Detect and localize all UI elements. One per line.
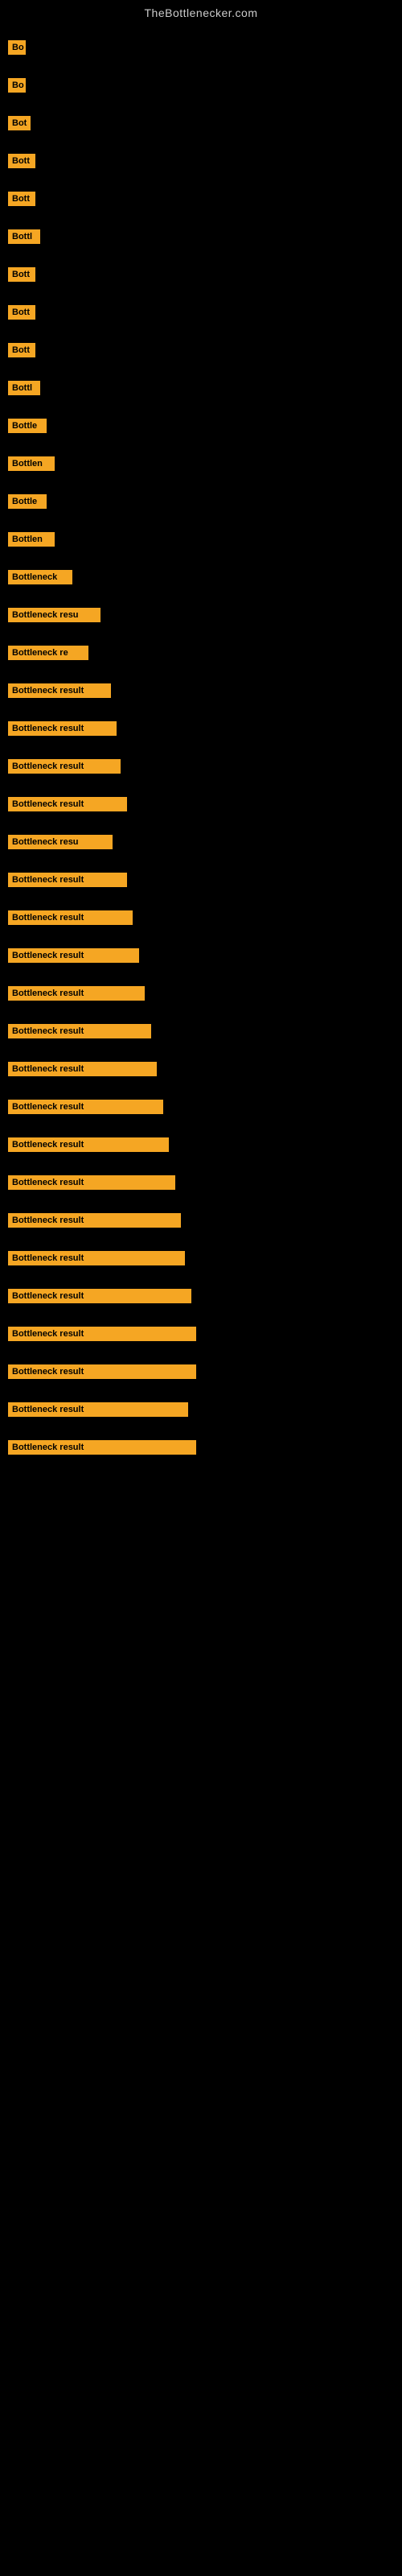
list-item: Bottleneck re	[8, 636, 402, 674]
bottleneck-label: Bottl	[8, 229, 40, 244]
list-item: Bottleneck result	[8, 1430, 402, 1468]
list-item: Bottleneck result	[8, 787, 402, 825]
bottleneck-label: Bottleneck result	[8, 910, 133, 925]
bottleneck-label: Bottleneck result	[8, 1327, 196, 1341]
bottleneck-label: Bottleneck result	[8, 1289, 191, 1303]
list-item: Bottleneck result	[8, 1279, 402, 1317]
bottleneck-label: Bottleneck result	[8, 683, 111, 698]
site-title-bar: TheBottlenecker.com	[0, 0, 402, 23]
bottleneck-label: Bottleneck result	[8, 759, 121, 774]
bottleneck-label: Bottleneck resu	[8, 608, 100, 622]
list-item: Bottleneck result	[8, 1317, 402, 1355]
bottleneck-label: Bott	[8, 192, 35, 206]
list-item: Bott	[8, 182, 402, 220]
list-item: Bottle	[8, 485, 402, 522]
bottleneck-label: Bottlen	[8, 456, 55, 471]
list-item: Bottleneck result	[8, 1241, 402, 1279]
list-item: Bottleneck result	[8, 1393, 402, 1430]
bottleneck-label: Bottleneck re	[8, 646, 88, 660]
list-item: Bottleneck result	[8, 901, 402, 939]
bottleneck-label: Bottleneck resu	[8, 835, 113, 849]
bottleneck-label: Bott	[8, 267, 35, 282]
list-item: Bottleneck result	[8, 674, 402, 712]
bottleneck-label: Bott	[8, 154, 35, 168]
list-item: Bot	[8, 106, 402, 144]
list-item: Bottleneck result	[8, 1166, 402, 1203]
bottleneck-label: Bottleneck result	[8, 873, 127, 887]
list-item: Bottle	[8, 409, 402, 447]
list-item: Bottleneck result	[8, 1203, 402, 1241]
bottleneck-label: Bo	[8, 40, 26, 55]
list-item: Bottleneck result	[8, 1355, 402, 1393]
list-item: Bottlen	[8, 447, 402, 485]
list-item: Bottleneck resu	[8, 598, 402, 636]
bottleneck-label: Bottleneck result	[8, 948, 139, 963]
site-title: TheBottlenecker.com	[0, 0, 402, 23]
list-item: Bott	[8, 144, 402, 182]
bottleneck-label: Bottleneck result	[8, 986, 145, 1001]
list-item: Bottl	[8, 371, 402, 409]
bottleneck-label: Bottleneck result	[8, 1251, 185, 1265]
list-item: Bott	[8, 333, 402, 371]
list-item: Bottleneck result	[8, 939, 402, 976]
list-item: Bottl	[8, 220, 402, 258]
bottleneck-label: Bottle	[8, 419, 47, 433]
bottleneck-label: Bottle	[8, 494, 47, 509]
list-item: Bo	[8, 31, 402, 68]
bottleneck-label: Bottleneck result	[8, 1213, 181, 1228]
list-item: Bo	[8, 68, 402, 106]
list-item: Bottleneck result	[8, 863, 402, 901]
bottleneck-label: Bottlen	[8, 532, 55, 547]
bottleneck-label: Bo	[8, 78, 26, 93]
bottleneck-label: Bottl	[8, 381, 40, 395]
bottleneck-label: Bottleneck result	[8, 1024, 151, 1038]
bottleneck-label: Bot	[8, 116, 31, 130]
list-item: Bottleneck result	[8, 749, 402, 787]
bottleneck-label: Bottleneck result	[8, 1440, 196, 1455]
list-item: Bottleneck result	[8, 712, 402, 749]
bottleneck-label: Bott	[8, 343, 35, 357]
list-item: Bottleneck resu	[8, 825, 402, 863]
bottleneck-label: Bottleneck result	[8, 1062, 157, 1076]
bottleneck-label: Bottleneck result	[8, 721, 117, 736]
list-item: Bottleneck result	[8, 1014, 402, 1052]
bottleneck-label: Bottleneck result	[8, 797, 127, 811]
bottleneck-label: Bottleneck result	[8, 1364, 196, 1379]
bottleneck-label: Bott	[8, 305, 35, 320]
rows-container: Bo Bo Bot Bott Bott Bottl Bott Bott Bott Bottl Bot…	[0, 23, 402, 1476]
list-item: Bottleneck	[8, 560, 402, 598]
bottleneck-label: Bottleneck result	[8, 1137, 169, 1152]
list-item: Bottleneck result	[8, 976, 402, 1014]
bottleneck-label: Bottleneck result	[8, 1175, 175, 1190]
list-item: Bott	[8, 258, 402, 295]
list-item: Bottleneck result	[8, 1090, 402, 1128]
list-item: Bottleneck result	[8, 1052, 402, 1090]
bottleneck-label: Bottleneck	[8, 570, 72, 584]
list-item: Bott	[8, 295, 402, 333]
list-item: Bottleneck result	[8, 1128, 402, 1166]
list-item: Bottlen	[8, 522, 402, 560]
bottleneck-label: Bottleneck result	[8, 1402, 188, 1417]
bottleneck-label: Bottleneck result	[8, 1100, 163, 1114]
